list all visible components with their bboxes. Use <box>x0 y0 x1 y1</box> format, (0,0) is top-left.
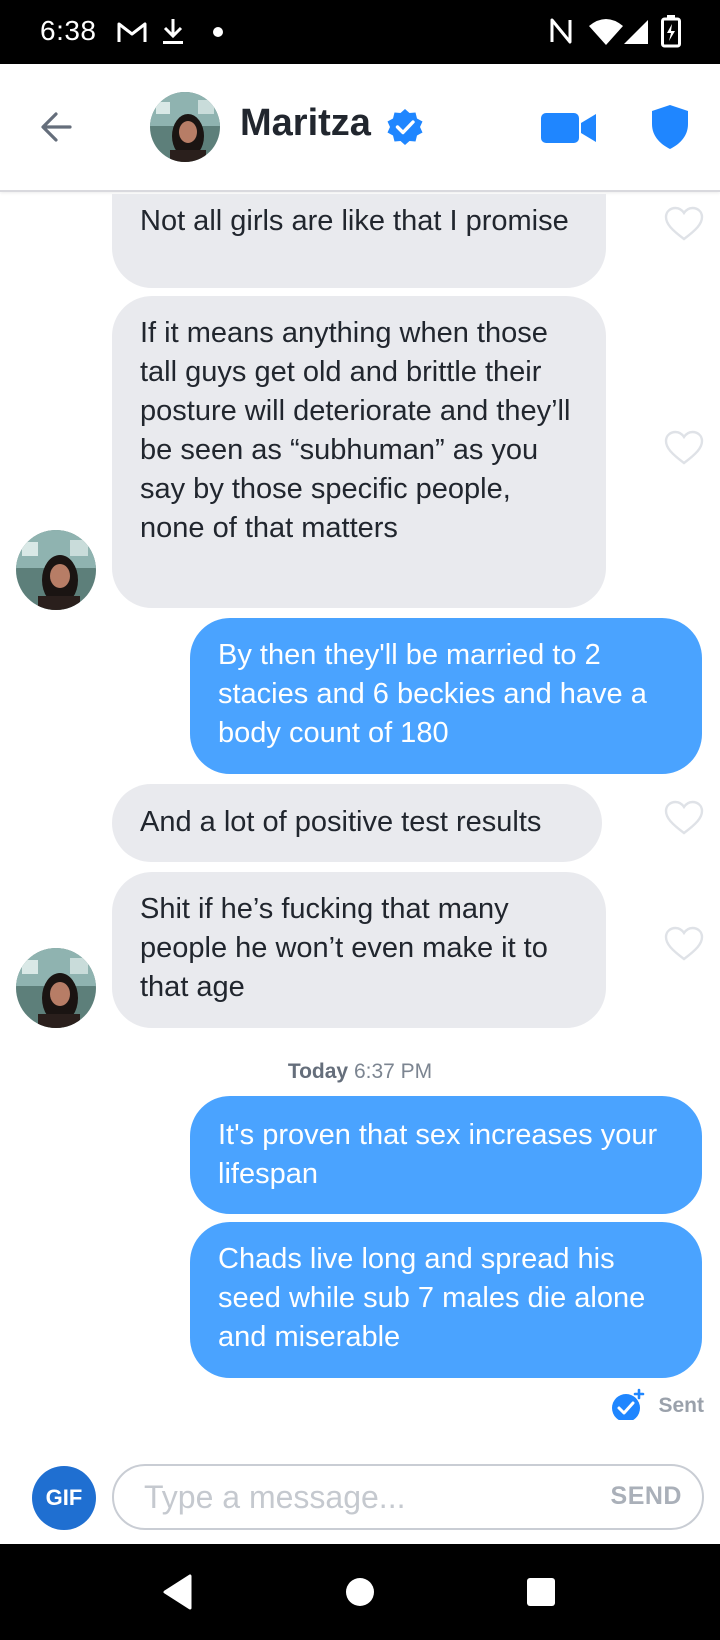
status-time: 6:38 <box>40 15 97 46</box>
battery-icon <box>661 15 681 48</box>
nfc-icon <box>550 18 572 44</box>
timestamp-time: 6:37 PM <box>353 1060 433 1083</box>
message-text: If it means anything when those tall guy… <box>140 317 571 544</box>
dot-icon <box>213 27 223 37</box>
safety-shield-icon[interactable] <box>650 104 690 150</box>
nav-home-icon[interactable] <box>344 1572 376 1612</box>
outgoing-message[interactable]: It's proven that sex increases your life… <box>190 1096 702 1214</box>
message-input[interactable] <box>144 1466 574 1528</box>
signal-icon <box>624 20 648 44</box>
nav-recents-icon[interactable] <box>524 1572 558 1612</box>
incoming-message[interactable]: If it means anything when those tall guy… <box>112 296 606 608</box>
back-arrow-icon[interactable] <box>34 104 80 150</box>
gif-button[interactable]: GIF <box>32 1466 96 1530</box>
message-text: It's proven that sex increases your life… <box>218 1119 658 1190</box>
outgoing-message[interactable]: Chads live long and spread his seed whil… <box>190 1222 702 1378</box>
message-text: Not all girls are like that I promise <box>140 205 569 237</box>
like-heart-icon[interactable] <box>664 926 704 962</box>
video-call-icon[interactable] <box>540 110 598 146</box>
like-heart-icon[interactable] <box>664 800 704 836</box>
message-list[interactable]: Not all girls are like that I promise If… <box>0 194 720 1420</box>
incoming-message[interactable]: Not all girls are like that I promise <box>112 194 606 288</box>
verified-badge-icon <box>387 109 423 145</box>
sent-status: Sent <box>610 1388 704 1420</box>
contact-avatar[interactable] <box>150 92 220 162</box>
download-icon <box>163 19 183 44</box>
message-input-container[interactable]: SEND <box>112 1464 704 1530</box>
send-button[interactable]: SEND <box>611 1482 682 1511</box>
sent-label: Sent <box>658 1394 704 1417</box>
message-composer: GIF SEND <box>0 1420 720 1544</box>
contact-name[interactable]: Maritza <box>240 102 371 145</box>
incoming-message[interactable]: Shit if he’s fucking that many people he… <box>112 872 606 1028</box>
message-text: Shit if he’s fucking that many people he… <box>140 893 548 1003</box>
message-text: And a lot of positive test results <box>140 806 542 838</box>
outgoing-message[interactable]: By then they'll be married to 2 stacies … <box>190 618 702 774</box>
wifi-icon <box>589 19 623 45</box>
timestamp-divider: Today 6:37 PM <box>0 1060 720 1084</box>
message-text: Chads live long and spread his seed whil… <box>218 1243 646 1353</box>
like-heart-icon[interactable] <box>664 430 704 466</box>
sender-avatar[interactable] <box>16 530 96 610</box>
status-bar: 6:38 <box>0 0 720 64</box>
system-nav-bar <box>0 1544 720 1640</box>
gmail-icon <box>117 22 147 42</box>
timestamp-day: Today <box>287 1060 349 1083</box>
like-heart-icon[interactable] <box>664 206 704 242</box>
message-text: By then they'll be married to 2 stacies … <box>218 639 647 749</box>
sent-check-icon <box>612 1388 645 1420</box>
incoming-message[interactable]: And a lot of positive test results <box>112 784 602 862</box>
sender-avatar[interactable] <box>16 948 96 1028</box>
nav-back-icon[interactable] <box>160 1572 196 1612</box>
chat-header: Maritza <box>0 64 720 192</box>
